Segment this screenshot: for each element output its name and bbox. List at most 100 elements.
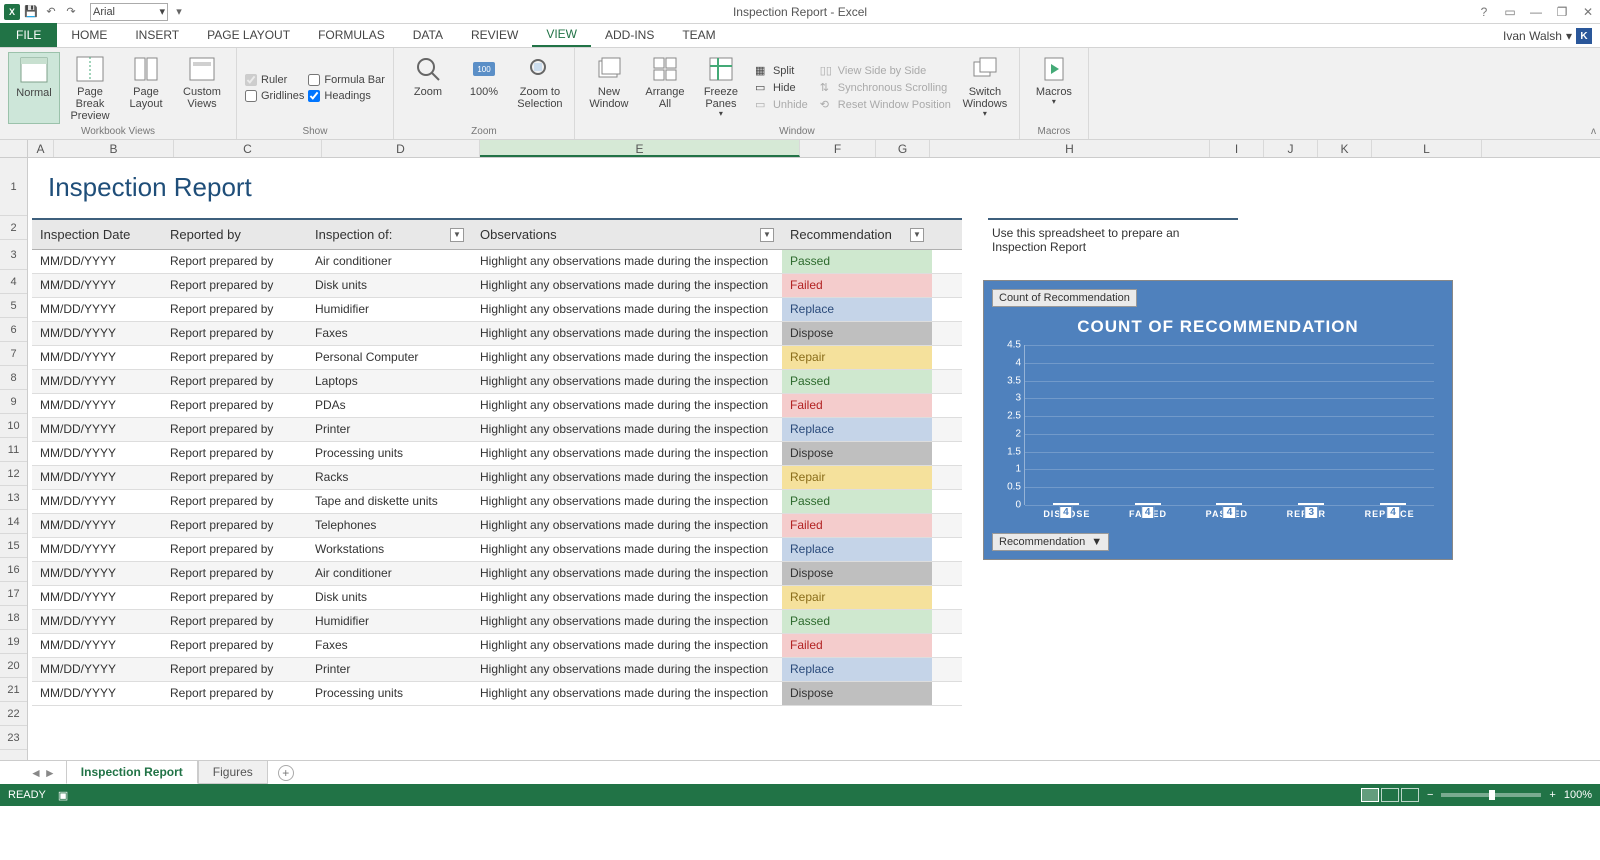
column-header-E[interactable]: E xyxy=(480,140,800,157)
row-header-14[interactable]: 14 xyxy=(0,510,27,534)
column-header-B[interactable]: B xyxy=(54,140,174,157)
column-header-K[interactable]: K xyxy=(1318,140,1372,157)
table-row[interactable]: MM/DD/YYYYReport prepared byRacksHighlig… xyxy=(32,466,962,490)
table-row[interactable]: MM/DD/YYYYReport prepared byAir conditio… xyxy=(32,250,962,274)
row-header-11[interactable]: 11 xyxy=(0,438,27,462)
table-row[interactable]: MM/DD/YYYYReport prepared byTape and dis… xyxy=(32,490,962,514)
macro-record-icon[interactable]: ▣ xyxy=(58,789,68,802)
table-header-recommendation[interactable]: Recommendation▼ xyxy=(782,220,932,249)
row-header-18[interactable]: 18 xyxy=(0,606,27,630)
row-header-15[interactable]: 15 xyxy=(0,534,27,558)
row-header-6[interactable]: 6 xyxy=(0,318,27,342)
row-header-4[interactable]: 4 xyxy=(0,270,27,294)
row-header-22[interactable]: 22 xyxy=(0,702,27,726)
help-icon[interactable]: ? xyxy=(1476,4,1492,20)
sheet-canvas[interactable]: Inspection Report Inspection DateReporte… xyxy=(28,158,1600,760)
zoom-in-button[interactable]: + xyxy=(1549,789,1555,801)
table-row[interactable]: MM/DD/YYYYReport prepared byFaxesHighlig… xyxy=(32,634,962,658)
chart-field-badge[interactable]: Count of Recommendation xyxy=(992,289,1137,307)
row-header-5[interactable]: 5 xyxy=(0,294,27,318)
zoom-slider[interactable] xyxy=(1441,793,1541,797)
table-row[interactable]: MM/DD/YYYYReport prepared byPrinterHighl… xyxy=(32,658,962,682)
hide-button[interactable]: ▭Hide xyxy=(751,80,812,96)
table-row[interactable]: MM/DD/YYYYReport prepared byAir conditio… xyxy=(32,562,962,586)
row-header-12[interactable]: 12 xyxy=(0,462,27,486)
row-header-2[interactable]: 2 xyxy=(0,216,27,240)
tab-page-layout[interactable]: PAGE LAYOUT xyxy=(193,23,304,47)
table-header-observations[interactable]: Observations▼ xyxy=(472,220,782,249)
custom-views-button[interactable]: Custom Views xyxy=(176,52,228,124)
row-header-19[interactable]: 19 xyxy=(0,630,27,654)
table-row[interactable]: MM/DD/YYYYReport prepared byLaptopsHighl… xyxy=(32,370,962,394)
minimize-icon[interactable]: — xyxy=(1528,4,1544,20)
column-header-J[interactable]: J xyxy=(1264,140,1318,157)
arrange-all-button[interactable]: Arrange All xyxy=(639,52,691,124)
save-icon[interactable]: 💾 xyxy=(22,3,40,21)
table-row[interactable]: MM/DD/YYYYReport prepared byHumidifierHi… xyxy=(32,610,962,634)
redo-icon[interactable]: ↷ xyxy=(62,3,80,21)
ribbon-display-icon[interactable]: ▭ xyxy=(1502,4,1518,20)
restore-icon[interactable]: ❐ xyxy=(1554,4,1570,20)
formula-bar-checkbox[interactable]: Formula Bar xyxy=(308,74,385,86)
tab-review[interactable]: REVIEW xyxy=(457,23,532,47)
sheet-tab-inspection-report[interactable]: Inspection Report xyxy=(66,761,198,784)
normal-view-shortcut[interactable] xyxy=(1361,788,1379,802)
undo-icon[interactable]: ↶ xyxy=(42,3,60,21)
row-header-20[interactable]: 20 xyxy=(0,654,27,678)
table-row[interactable]: MM/DD/YYYYReport prepared byWorkstations… xyxy=(32,538,962,562)
column-header-C[interactable]: C xyxy=(174,140,322,157)
recommendation-chart[interactable]: Count of Recommendation COUNT OF RECOMME… xyxy=(983,280,1453,560)
zoom-button[interactable]: Zoom xyxy=(402,52,454,124)
filter-icon[interactable]: ▼ xyxy=(910,228,924,242)
synchronous-scrolling-button[interactable]: ⇅Synchronous Scrolling xyxy=(816,80,955,96)
macros-button[interactable]: Macros▾ xyxy=(1028,52,1080,124)
tab-data[interactable]: DATA xyxy=(399,23,457,47)
column-header-G[interactable]: G xyxy=(876,140,930,157)
column-header-F[interactable]: F xyxy=(800,140,876,157)
row-header-9[interactable]: 9 xyxy=(0,390,27,414)
user-account[interactable]: Ivan Walsh ▾ K xyxy=(1503,28,1592,44)
table-header-inspection-of-[interactable]: Inspection of:▼ xyxy=(307,220,472,249)
normal-view-button[interactable]: Normal xyxy=(8,52,60,124)
new-window-button[interactable]: New Window xyxy=(583,52,635,124)
page-layout-shortcut[interactable] xyxy=(1381,788,1399,802)
column-header-I[interactable]: I xyxy=(1210,140,1264,157)
tab-team[interactable]: TEAM xyxy=(668,23,729,47)
table-row[interactable]: MM/DD/YYYYReport prepared byHumidifierHi… xyxy=(32,298,962,322)
switch-windows-button[interactable]: Switch Windows▾ xyxy=(959,52,1011,124)
tab-home[interactable]: HOME xyxy=(57,23,121,47)
tab-insert[interactable]: INSERT xyxy=(121,23,193,47)
freeze-panes-button[interactable]: Freeze Panes▾ xyxy=(695,52,747,124)
row-header-1[interactable]: 1 xyxy=(0,158,27,216)
zoom-100-button[interactable]: 100 100% xyxy=(458,52,510,124)
row-header-21[interactable]: 21 xyxy=(0,678,27,702)
collapse-ribbon-icon[interactable]: ʌ xyxy=(1591,126,1596,137)
table-row[interactable]: MM/DD/YYYYReport prepared byPrinterHighl… xyxy=(32,418,962,442)
view-side-by-side-button[interactable]: ▯▯View Side by Side xyxy=(816,63,955,79)
tab-formulas[interactable]: FORMULAS xyxy=(304,23,399,47)
table-row[interactable]: MM/DD/YYYYReport prepared byFaxesHighlig… xyxy=(32,322,962,346)
customize-qat-icon[interactable]: ▾ xyxy=(170,3,188,21)
page-layout-button[interactable]: Page Layout xyxy=(120,52,172,124)
table-row[interactable]: MM/DD/YYYYReport prepared byPersonal Com… xyxy=(32,346,962,370)
filter-icon[interactable]: ▼ xyxy=(450,228,464,242)
filter-icon[interactable]: ▼ xyxy=(760,228,774,242)
table-header-reported-by[interactable]: Reported by xyxy=(162,220,307,249)
row-header-23[interactable]: 23 xyxy=(0,726,27,750)
table-row[interactable]: MM/DD/YYYYReport prepared byDisk unitsHi… xyxy=(32,274,962,298)
row-header-10[interactable]: 10 xyxy=(0,414,27,438)
table-row[interactable]: MM/DD/YYYYReport prepared byPDAsHighligh… xyxy=(32,394,962,418)
zoom-selection-button[interactable]: Zoom to Selection xyxy=(514,52,566,124)
column-header-L[interactable]: L xyxy=(1372,140,1482,157)
row-header-3[interactable]: 3 xyxy=(0,240,27,270)
reset-window-position-button[interactable]: ⟲Reset Window Position xyxy=(816,97,955,113)
row-header-13[interactable]: 13 xyxy=(0,486,27,510)
excel-icon[interactable]: X xyxy=(4,4,20,20)
column-header-A[interactable]: A xyxy=(28,140,54,157)
close-icon[interactable]: ✕ xyxy=(1580,4,1596,20)
prev-sheet-icon[interactable]: ◄ xyxy=(30,766,42,780)
table-header-inspection-date[interactable]: Inspection Date xyxy=(32,220,162,249)
row-header-7[interactable]: 7 xyxy=(0,342,27,366)
page-break-preview-button[interactable]: Page Break Preview xyxy=(64,52,116,124)
chart-filter-dropdown[interactable]: Recommendation▼ xyxy=(992,533,1109,551)
